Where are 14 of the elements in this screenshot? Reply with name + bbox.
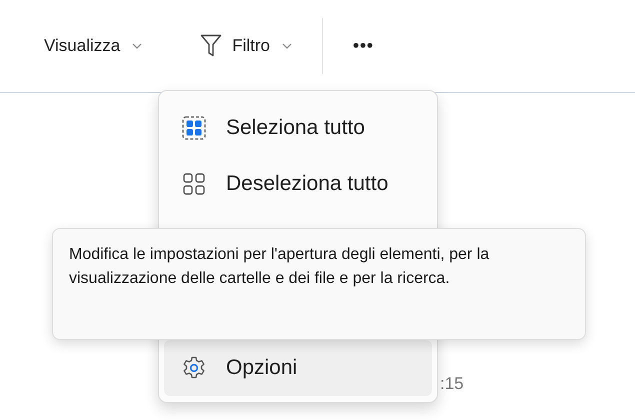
menu-item[interactable]: Seleziona tutto (164, 100, 432, 156)
view-button[interactable]: Visualizza (30, 26, 156, 66)
menu-item[interactable]: Deseleziona tutto (164, 156, 432, 212)
filter-button[interactable]: Filtro (186, 26, 306, 66)
tooltip: Modifica le impostazioni per l'apertura degli elementi, per la visualizzazione delle cartelle e dei file e per la ricerca. (52, 228, 586, 340)
chevron-icon (282, 43, 292, 49)
time-text: :15 (440, 374, 464, 394)
menu-item[interactable]: Opzioni (164, 340, 432, 396)
more-button[interactable]: ••• (339, 26, 388, 66)
settings-icon (182, 356, 206, 380)
select-all-icon (182, 116, 206, 140)
chevron-icon (132, 43, 142, 49)
grid-icon (182, 172, 206, 196)
funnel-icon (200, 34, 222, 58)
